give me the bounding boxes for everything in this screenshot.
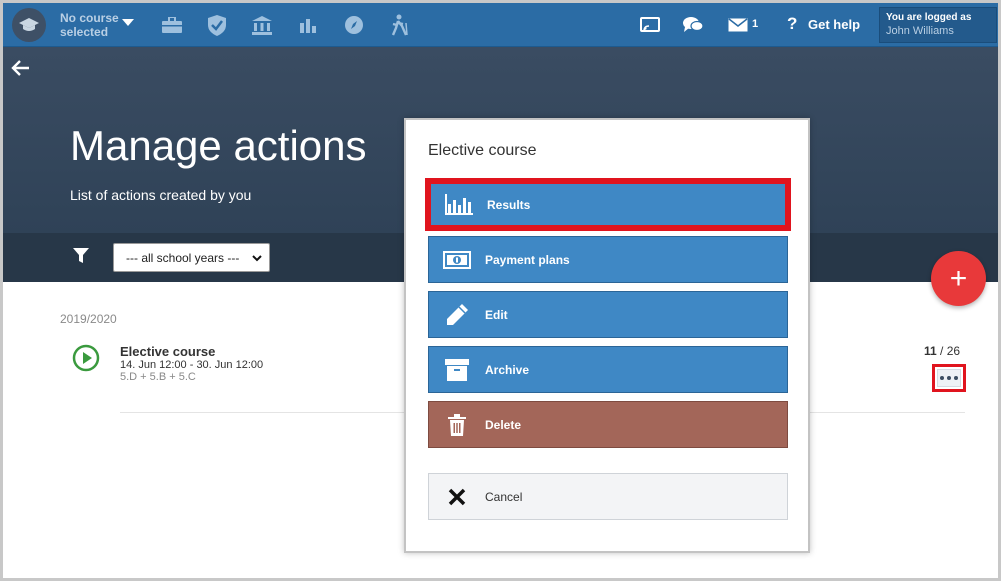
back-arrow-icon[interactable] xyxy=(11,59,31,77)
cancel-button[interactable]: Cancel xyxy=(428,473,788,520)
chevron-down-icon[interactable] xyxy=(122,19,134,27)
item-title: Elective course xyxy=(120,344,216,359)
logged-as-label: You are logged as xyxy=(886,12,972,23)
ellipsis-icon xyxy=(937,369,961,387)
message-count[interactable]: 1 xyxy=(752,18,758,30)
results-button[interactable]: Results xyxy=(425,178,791,231)
cancel-label: Cancel xyxy=(485,489,523,504)
page-subtitle: List of actions created by you xyxy=(70,187,252,203)
results-label: Results xyxy=(487,197,531,212)
question-mark-icon[interactable]: ? xyxy=(787,14,797,34)
graduation-cap-icon[interactable] xyxy=(12,8,46,42)
page-title: Manage actions xyxy=(70,122,367,169)
screen-share-icon[interactable] xyxy=(639,14,661,36)
hiking-icon[interactable] xyxy=(389,14,411,36)
close-icon xyxy=(429,488,485,506)
item-classes: 5.D + 5.B + 5.C xyxy=(120,371,196,383)
add-action-button[interactable]: + xyxy=(931,251,986,306)
bar-chart-icon xyxy=(431,193,487,216)
top-bar: No course selected 1 ? Get help You are … xyxy=(3,3,998,47)
delete-label: Delete xyxy=(485,417,522,432)
actions-modal: Elective course Results Payment plans Ed… xyxy=(404,118,810,553)
count-done: 11 xyxy=(924,344,937,358)
user-name: John Williams xyxy=(886,25,954,37)
edit-label: Edit xyxy=(485,307,508,322)
payment-plans-button[interactable]: Payment plans xyxy=(428,236,788,283)
payment-plans-label: Payment plans xyxy=(485,252,570,267)
user-account-box[interactable]: You are logged as John Williams xyxy=(879,7,997,43)
archive-box-icon xyxy=(429,358,485,381)
course-selector[interactable]: No course selected xyxy=(60,11,124,39)
bar-chart-icon[interactable] xyxy=(297,14,319,36)
modal-title: Elective course xyxy=(428,142,537,159)
envelope-icon[interactable] xyxy=(727,14,749,36)
filter-icon xyxy=(73,248,89,263)
banknote-icon xyxy=(429,250,485,269)
play-circle-icon xyxy=(72,344,100,372)
participant-count: 11 / 26 xyxy=(924,344,960,358)
briefcase-icon[interactable] xyxy=(161,14,183,36)
school-year-value: --- all school years --- xyxy=(126,251,240,265)
archive-button[interactable]: Archive xyxy=(428,346,788,393)
chat-bubbles-icon[interactable] xyxy=(682,14,704,36)
pencil-icon xyxy=(429,303,485,327)
archive-label: Archive xyxy=(485,362,530,377)
delete-button[interactable]: Delete xyxy=(428,401,788,448)
institution-icon[interactable] xyxy=(251,14,273,36)
get-help-link[interactable]: Get help xyxy=(808,17,860,32)
more-options-button[interactable] xyxy=(932,364,966,392)
trash-icon xyxy=(429,413,485,436)
count-separator: / xyxy=(940,344,944,358)
edit-button[interactable]: Edit xyxy=(428,291,788,338)
app-frame: No course selected 1 ? Get help You are … xyxy=(0,0,1001,581)
count-total: 26 xyxy=(946,344,961,358)
item-dates: 14. Jun 12:00 - 30. Jun 12:00 xyxy=(120,359,264,371)
shield-check-icon[interactable] xyxy=(206,14,228,36)
chevron-down-icon xyxy=(252,255,262,262)
compass-icon[interactable] xyxy=(343,14,365,36)
school-year-select[interactable]: --- all school years --- xyxy=(113,243,270,272)
year-group-label: 2019/2020 xyxy=(60,312,117,326)
